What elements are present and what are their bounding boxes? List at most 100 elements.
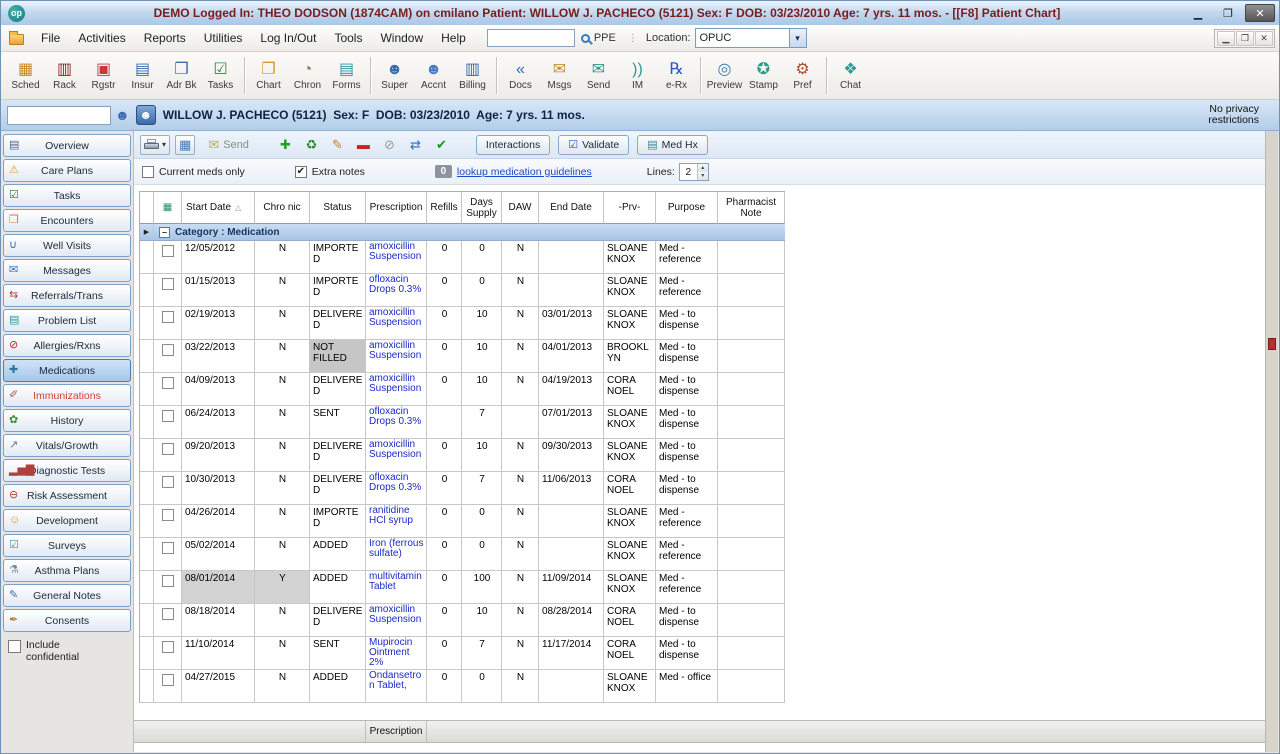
menu-file[interactable]: File (32, 27, 69, 49)
ppe-label[interactable]: PPE (594, 32, 616, 44)
add-medication-icon[interactable]: ✚ (277, 137, 294, 153)
current-meds-checkbox[interactable] (142, 165, 154, 178)
medication-row[interactable]: 04/27/2015 N ADDED Ondansetron Tablet, 0 0 N SL… (140, 670, 785, 703)
sidebar-item-immunizations[interactable]: ✐ Immunizations (3, 384, 131, 407)
sidebar-item-problem-list[interactable]: ▤ Problem List (3, 309, 131, 332)
medication-row[interactable]: 12/05/2012 N IMPORTED amoxicillin Suspensio… (140, 241, 785, 274)
renew-medication-icon[interactable]: ♻ (303, 137, 320, 153)
patient-lookup-icon[interactable]: ☻ (115, 107, 130, 123)
medication-row[interactable]: 02/19/2013 N DELIVERED amoxicillin Suspensi… (140, 307, 785, 340)
sidebar-item-consents[interactable]: ✒ Consents (3, 609, 131, 632)
toolbar-accnt[interactable]: ☻ Accnt (414, 55, 453, 96)
patient-search-input[interactable] (7, 105, 111, 125)
row-checkbox[interactable] (162, 245, 174, 257)
toolbar-msgs[interactable]: ✉ Msgs (540, 55, 579, 96)
row-checkbox[interactable] (162, 575, 174, 587)
sidebar-item-messages[interactable]: ✉ Messages (3, 259, 131, 282)
vertical-scrollbar[interactable] (1265, 131, 1278, 752)
row-checkbox[interactable] (162, 476, 174, 488)
column-header-note[interactable]: Pharmacist Note (718, 192, 785, 224)
search-icon[interactable] (580, 33, 590, 43)
menu-log-in-out[interactable]: Log In/Out (251, 27, 325, 49)
row-checkbox[interactable] (162, 410, 174, 422)
menu-search-input[interactable] (486, 29, 575, 47)
spinner-down-icon[interactable]: ▾ (697, 171, 708, 180)
toolbar-insur[interactable]: ▤ Insur (123, 55, 162, 96)
edit-medication-icon[interactable]: ✎ (329, 137, 346, 153)
include-confidential-checkbox[interactable] (8, 640, 21, 653)
toolbar-sched[interactable]: ▦ Sched (6, 55, 45, 96)
column-header-daw[interactable]: DAW (502, 192, 539, 224)
row-checkbox[interactable] (162, 674, 174, 686)
menu-tools[interactable]: Tools (325, 27, 371, 49)
location-dropdown-icon[interactable]: ▾ (788, 29, 806, 47)
toolbar-pref[interactable]: ⚙ Pref (783, 55, 822, 96)
mdi-minimize-button[interactable]: ▁ (1217, 30, 1235, 46)
sidebar-item-well-visits[interactable]: ∪ Well Visits (3, 234, 131, 257)
grid-view-button[interactable]: ▦ (175, 134, 196, 155)
medication-row[interactable]: 04/09/2013 N DELIVERED amoxicillin Suspensi… (140, 373, 785, 406)
print-button[interactable]: ▾ (140, 134, 171, 155)
validate-button[interactable]: ☑ Validate (558, 134, 630, 155)
extra-notes-checkbox[interactable] (294, 165, 307, 178)
toolbar-e-rx[interactable]: ℞ e-Rx (657, 55, 696, 96)
column-header-prv[interactable]: -Prv- (604, 192, 656, 224)
medication-row[interactable]: 03/22/2013 N NOT FILLED amoxicillin Suspens… (140, 340, 785, 373)
medication-row[interactable]: 05/02/2014 N ADDED Iron (ferrous sulfate) 0 0… (140, 538, 785, 571)
medication-guidelines-link[interactable]: lookup medication guidelines (457, 166, 592, 178)
column-header-status[interactable]: Status (310, 192, 366, 224)
sidebar-item-medications[interactable]: ✚ Medications (3, 359, 131, 382)
medication-row[interactable]: 04/26/2014 N IMPORTED ranitidine HCl syrup 0… (140, 505, 785, 538)
column-header-rx[interactable]: Prescription (366, 192, 427, 224)
sidebar-item-asthma-plans[interactable]: ⚗ Asthma Plans (3, 559, 131, 582)
toolbar-send[interactable]: ✉ Send (579, 55, 618, 96)
close-button[interactable]: ✕ (1245, 4, 1275, 22)
column-header-days[interactable]: Days Supply (462, 192, 502, 224)
mdi-close-button[interactable]: ✕ (1255, 30, 1273, 46)
interactions-button[interactable]: Interactions (475, 134, 551, 155)
include-confidential[interactable]: Include confidential (8, 639, 133, 663)
scrollbar-thumb[interactable] (1268, 338, 1276, 350)
medication-row[interactable]: 01/15/2013 N IMPORTED ofloxacin Drops 0.3% 0… (140, 274, 785, 307)
toolbar-tasks[interactable]: ☑ Tasks (201, 55, 240, 96)
column-header-refills[interactable]: Refills (427, 192, 462, 224)
column-header-sel[interactable] (140, 192, 154, 224)
column-header-purpose[interactable]: Purpose (656, 192, 718, 224)
medhx-button[interactable]: ▤ Med Hx (637, 134, 708, 155)
toolbar-rgstr[interactable]: ▣ Rgstr (84, 55, 123, 96)
medication-row[interactable]: 08/01/2014 Y ADDED multivitamin Tablet 0 100 N… (140, 571, 785, 604)
medication-row[interactable]: 11/10/2014 N SENT Mupirocin Ointment 2% 0 7 N 1… (140, 637, 785, 670)
row-checkbox[interactable] (162, 278, 174, 290)
toolbar-preview[interactable]: ◎ Preview (705, 55, 744, 96)
send-button[interactable]: ✉ Send (208, 137, 249, 153)
menu-utilities[interactable]: Utilities (195, 27, 252, 49)
row-checkbox[interactable] (162, 509, 174, 521)
sidebar-item-allergies-rxns[interactable]: ⊘ Allergies/Rxns (3, 334, 131, 357)
row-checkbox[interactable] (162, 443, 174, 455)
menu-window[interactable]: Window (371, 27, 432, 49)
toolbar-chart[interactable]: ❐ Chart (249, 55, 288, 96)
toolbar-im[interactable]: )) IM (618, 55, 657, 96)
column-header-end[interactable]: End Date (539, 192, 604, 224)
toolbar-forms[interactable]: ▤ Forms (327, 55, 366, 96)
spinner-up-icon[interactable]: ▴ (697, 163, 708, 172)
sidebar-item-history[interactable]: ✿ History (3, 409, 131, 432)
column-header-chk[interactable]: ▦ (154, 192, 182, 224)
toolbar-billing[interactable]: ▥ Billing (453, 55, 492, 96)
sidebar-item-surveys[interactable]: ☑ Surveys (3, 534, 131, 557)
minimize-button[interactable]: ▁ (1185, 4, 1211, 22)
sidebar-item-overview[interactable]: ▤ Overview (3, 134, 131, 157)
medication-row[interactable]: 10/30/2013 N DELIVERED ofloxacin Drops 0.3%… (140, 472, 785, 505)
sidebar-item-diagnostic-tests[interactable]: ▂▅▇ Diagnostic Tests (3, 459, 131, 482)
sidebar-item-general-notes[interactable]: ✎ General Notes (3, 584, 131, 607)
confirm-medication-icon[interactable]: ✔ (433, 137, 450, 153)
toolbar-super[interactable]: ☻ Super (375, 55, 414, 96)
maximize-button[interactable]: ❐ (1215, 4, 1241, 22)
sidebar-item-vitals-growth[interactable]: ↗ Vitals/Growth (3, 434, 131, 457)
sidebar-item-risk-assessment[interactable]: ⊖ Risk Assessment (3, 484, 131, 507)
mdi-restore-button[interactable]: ❐ (1236, 30, 1254, 46)
remove-medication-icon[interactable]: ▬ (355, 137, 372, 152)
category-row[interactable]: ▶ – Category : Medication (140, 224, 785, 241)
toolbar-stamp[interactable]: ✪ Stamp (744, 55, 783, 96)
row-checkbox[interactable] (162, 311, 174, 323)
